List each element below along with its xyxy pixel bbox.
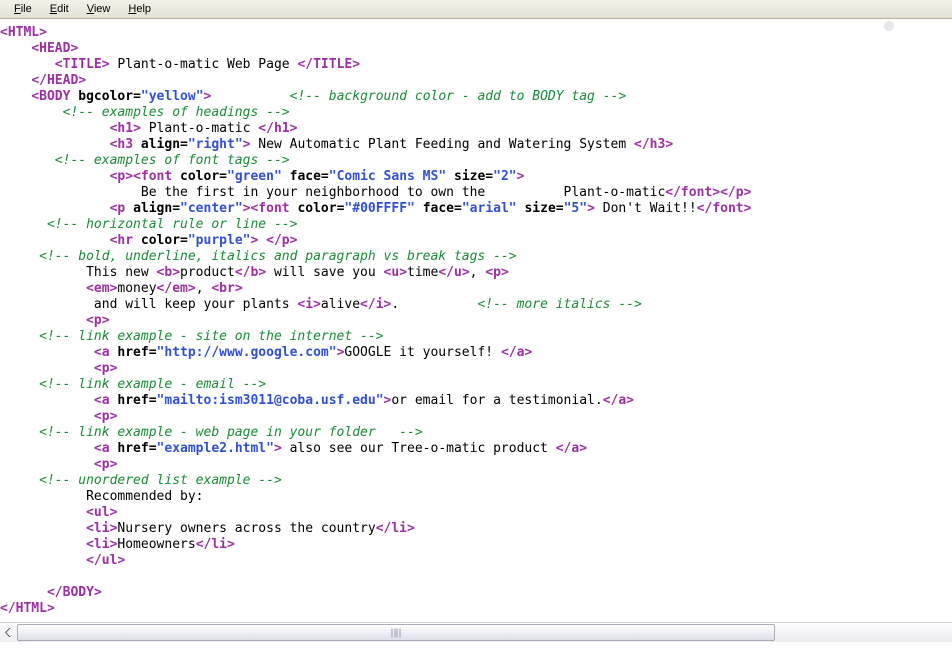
scrollbar-thumb[interactable] bbox=[17, 624, 775, 641]
scrollbar-grip-icon bbox=[391, 628, 401, 637]
scroll-left-button[interactable] bbox=[0, 623, 16, 642]
code-line: <HTML> bbox=[0, 25, 47, 40]
code-line: <hr color="purple"> </p> bbox=[109, 233, 298, 248]
code-line: <HEAD> bbox=[31, 41, 79, 56]
code-line: <!-- examples of headings --> bbox=[62, 105, 290, 120]
code-line: <a href="example2.html"> also see our Tr… bbox=[93, 441, 588, 456]
code-line: <!-- horizontal rule or line --> bbox=[46, 217, 298, 232]
render-artifact bbox=[884, 21, 894, 31]
menu-item-file[interactable]: File bbox=[5, 2, 41, 17]
code-line: <p><font color="green" face="Comic Sans … bbox=[109, 169, 525, 184]
menu-item-file-accel: F bbox=[14, 2, 21, 15]
code-line: Recommended by: bbox=[0, 489, 204, 504]
menu-item-file-rest: ile bbox=[20, 2, 32, 15]
code-line: <h3 align="right"> New Automatic Plant F… bbox=[109, 137, 674, 152]
code-line: <li>Nursery owners across the country</l… bbox=[86, 521, 415, 536]
code-line: <!-- bold, underline, italics and paragr… bbox=[39, 249, 517, 264]
code-line: This new <b>product</b> will save you <u… bbox=[0, 265, 509, 280]
code-line: </HEAD> bbox=[31, 73, 87, 88]
code-line: </ul> bbox=[86, 553, 126, 568]
menu-item-edit-rest: dit bbox=[57, 2, 69, 15]
menu-item-edit-accel: E bbox=[49, 2, 58, 15]
code-line: <p> bbox=[93, 457, 118, 472]
code-line: <p align="center"><font color="#00FFFF" … bbox=[109, 201, 752, 216]
horizontal-scrollbar[interactable] bbox=[0, 622, 952, 642]
code-line: <a href="http://www.google.com">GOOGLE i… bbox=[93, 345, 533, 360]
code-line: <ul> bbox=[86, 505, 118, 520]
menu-bar: File Edit View Help bbox=[0, 0, 952, 19]
code-line: <BODY bgcolor="yellow"> <!-- background … bbox=[31, 89, 627, 104]
code-line: <p> bbox=[93, 361, 118, 376]
code-line: </BODY> bbox=[46, 585, 102, 600]
code-line: <li>Homeowners</li> bbox=[86, 537, 235, 552]
code-line: </HTML> bbox=[0, 601, 55, 616]
code-line: <h1> Plant-o-matic </h1> bbox=[109, 121, 298, 136]
code-line: <a href="mailto:ism3011@coba.usf.edu">or… bbox=[93, 393, 634, 408]
menu-item-help-rest: elp bbox=[136, 2, 152, 15]
code-line: <!-- unordered list example --> bbox=[39, 473, 282, 488]
menu-item-edit[interactable]: Edit bbox=[41, 2, 78, 17]
source-code-text[interactable]: <HTML> <HEAD> <TITLE> Plant-o-matic Web … bbox=[0, 25, 952, 617]
code-line: <!-- link example - site on the internet… bbox=[39, 329, 384, 344]
code-line: <p> bbox=[93, 409, 118, 424]
code-line: <!-- examples of font tags --> bbox=[54, 153, 290, 168]
menu-item-view[interactable]: View bbox=[78, 2, 120, 17]
code-line: <p> bbox=[86, 313, 110, 328]
source-code-view[interactable]: <HTML> <HEAD> <TITLE> Plant-o-matic Web … bbox=[0, 19, 952, 642]
code-line: <em>money</em>, <br> bbox=[86, 281, 243, 296]
code-line: <TITLE> Plant-o-matic Web Page </TITLE> bbox=[54, 57, 361, 72]
code-line: <!-- link example - email --> bbox=[39, 377, 267, 392]
code-line: <!-- link example - web page in your fol… bbox=[39, 425, 423, 440]
code-line: and will keep your plants <i>alive</i>. … bbox=[0, 297, 642, 312]
menu-item-help[interactable]: Help bbox=[119, 2, 160, 17]
code-line: Be the first in your neighborhood to own… bbox=[0, 185, 752, 200]
menu-item-view-rest: iew bbox=[93, 2, 111, 15]
chevron-left-icon bbox=[4, 627, 13, 638]
menu-item-view-accel: V bbox=[86, 2, 94, 15]
